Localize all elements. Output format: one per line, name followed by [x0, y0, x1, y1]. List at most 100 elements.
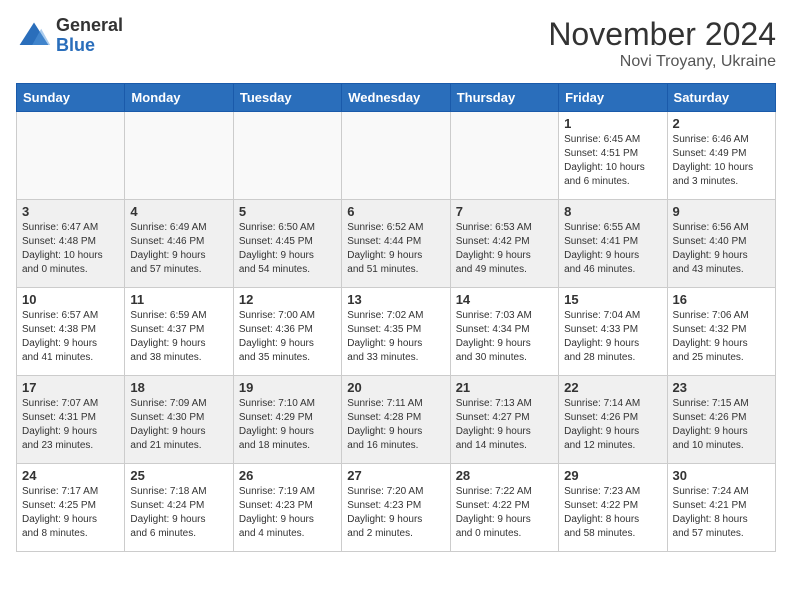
day-info: Sunrise: 7:23 AM Sunset: 4:22 PM Dayligh… — [564, 485, 661, 541]
day-info: Sunrise: 7:09 AM Sunset: 4:30 PM Dayligh… — [130, 397, 227, 453]
weekday-header-wednesday: Wednesday — [342, 84, 450, 112]
calendar-cell: 2 Sunrise: 6:46 AM Sunset: 4:49 PM Daylig… — [667, 112, 775, 200]
day-info: Sunrise: 7:22 AM Sunset: 4:22 PM Dayligh… — [456, 485, 553, 541]
calendar-cell: 5Sunrise: 6:50 AM Sunset: 4:45 PM Daylig… — [233, 200, 341, 288]
day-number: 28 — [456, 468, 553, 483]
day-number: 29 — [564, 468, 661, 483]
weekday-header-row: SundayMondayTuesdayWednesdayThursdayFrid… — [17, 84, 776, 112]
weekday-header-thursday: Thursday — [450, 84, 558, 112]
day-number: 9 — [673, 204, 770, 219]
day-number: 27 — [347, 468, 444, 483]
day-number: 20 — [347, 380, 444, 395]
day-number: 18 — [130, 380, 227, 395]
day-info: Sunrise: 7:03 AM Sunset: 4:34 PM Dayligh… — [456, 309, 553, 365]
day-number: 7 — [456, 204, 553, 219]
calendar-cell: 26Sunrise: 7:19 AM Sunset: 4:23 PM Dayli… — [233, 464, 341, 552]
day-number: 4 — [130, 204, 227, 219]
weekday-header-saturday: Saturday — [667, 84, 775, 112]
day-number: 5 — [239, 204, 336, 219]
day-info: Sunrise: 7:19 AM Sunset: 4:23 PM Dayligh… — [239, 485, 336, 541]
week-row-2: 3Sunrise: 6:47 AM Sunset: 4:48 PM Daylig… — [17, 200, 776, 288]
calendar-cell: 9 Sunrise: 6:56 AM Sunset: 4:40 PM Daylig… — [667, 200, 775, 288]
day-info: Sunrise: 7:04 AM Sunset: 4:33 PM Dayligh… — [564, 309, 661, 365]
calendar-cell: 29 Sunrise: 7:23 AM Sunset: 4:22 PM Dayli… — [559, 464, 667, 552]
calendar-cell: 23 Sunrise: 7:15 AM Sunset: 4:26 PM Dayli… — [667, 376, 775, 464]
title-area: November 2024 Novi Troyany, Ukraine — [548, 16, 776, 71]
day-info: Sunrise: 7:20 AM Sunset: 4:23 PM Dayligh… — [347, 485, 444, 541]
day-info: Sunrise: 6:49 AM Sunset: 4:46 PM Dayligh… — [130, 221, 227, 277]
day-number: 13 — [347, 292, 444, 307]
calendar-cell: 22Sunrise: 7:14 AM Sunset: 4:26 PM Dayli… — [559, 376, 667, 464]
day-info: Sunrise: 7:07 AM Sunset: 4:31 PM Dayligh… — [22, 397, 119, 453]
day-info: Sunrise: 7:18 AM Sunset: 4:24 PM Dayligh… — [130, 485, 227, 541]
logo-text: General Blue — [56, 16, 123, 56]
day-number: 16 — [673, 292, 770, 307]
weekday-header-friday: Friday — [559, 84, 667, 112]
day-number: 14 — [456, 292, 553, 307]
calendar-cell: 25 Sunrise: 7:18 AM Sunset: 4:24 PM Dayli… — [125, 464, 233, 552]
week-row-5: 24Sunrise: 7:17 AM Sunset: 4:25 PM Dayli… — [17, 464, 776, 552]
logo: General Blue — [16, 16, 123, 56]
calendar-cell: 30 Sunrise: 7:24 AM Sunset: 4:21 PM Dayli… — [667, 464, 775, 552]
location-title: Novi Troyany, Ukraine — [548, 53, 776, 71]
weekday-header-tuesday: Tuesday — [233, 84, 341, 112]
day-info: Sunrise: 6:45 AM Sunset: 4:51 PM Dayligh… — [564, 133, 661, 189]
day-info: Sunrise: 7:02 AM Sunset: 4:35 PM Dayligh… — [347, 309, 444, 365]
day-number: 2 — [673, 116, 770, 131]
calendar-cell — [17, 112, 125, 200]
calendar-cell: 24Sunrise: 7:17 AM Sunset: 4:25 PM Dayli… — [17, 464, 125, 552]
weekday-header-sunday: Sunday — [17, 84, 125, 112]
calendar-cell: 11Sunrise: 6:59 AM Sunset: 4:37 PM Dayli… — [125, 288, 233, 376]
day-number: 11 — [130, 292, 227, 307]
day-info: Sunrise: 7:13 AM Sunset: 4:27 PM Dayligh… — [456, 397, 553, 453]
calendar-cell: 14 Sunrise: 7:03 AM Sunset: 4:34 PM Dayli… — [450, 288, 558, 376]
logo-general-text: General — [56, 16, 123, 36]
calendar-cell — [450, 112, 558, 200]
day-number: 6 — [347, 204, 444, 219]
day-info: Sunrise: 7:00 AM Sunset: 4:36 PM Dayligh… — [239, 309, 336, 365]
day-number: 3 — [22, 204, 119, 219]
calendar-cell: 16 Sunrise: 7:06 AM Sunset: 4:32 PM Dayli… — [667, 288, 775, 376]
day-info: Sunrise: 7:15 AM Sunset: 4:26 PM Dayligh… — [673, 397, 770, 453]
day-number: 17 — [22, 380, 119, 395]
calendar-cell: 20 Sunrise: 7:11 AM Sunset: 4:28 PM Dayli… — [342, 376, 450, 464]
logo-icon — [16, 18, 52, 54]
week-row-1: 1 Sunrise: 6:45 AM Sunset: 4:51 PM Daylig… — [17, 112, 776, 200]
calendar-cell: 6Sunrise: 6:52 AM Sunset: 4:44 PM Daylig… — [342, 200, 450, 288]
day-number: 19 — [239, 380, 336, 395]
day-info: Sunrise: 6:55 AM Sunset: 4:41 PM Dayligh… — [564, 221, 661, 277]
day-number: 8 — [564, 204, 661, 219]
day-number: 30 — [673, 468, 770, 483]
day-info: Sunrise: 7:14 AM Sunset: 4:26 PM Dayligh… — [564, 397, 661, 453]
calendar-cell: 12 Sunrise: 7:00 AM Sunset: 4:36 PM Dayli… — [233, 288, 341, 376]
day-info: Sunrise: 7:17 AM Sunset: 4:25 PM Dayligh… — [22, 485, 119, 541]
day-number: 10 — [22, 292, 119, 307]
calendar-cell: 1 Sunrise: 6:45 AM Sunset: 4:51 PM Daylig… — [559, 112, 667, 200]
calendar-cell: 21 Sunrise: 7:13 AM Sunset: 4:27 PM Dayli… — [450, 376, 558, 464]
day-info: Sunrise: 6:46 AM Sunset: 4:49 PM Dayligh… — [673, 133, 770, 189]
week-row-4: 17 Sunrise: 7:07 AM Sunset: 4:31 PM Dayli… — [17, 376, 776, 464]
calendar-cell: 17 Sunrise: 7:07 AM Sunset: 4:31 PM Dayli… — [17, 376, 125, 464]
calendar-cell: 18 Sunrise: 7:09 AM Sunset: 4:30 PM Dayli… — [125, 376, 233, 464]
day-number: 15 — [564, 292, 661, 307]
weekday-header-monday: Monday — [125, 84, 233, 112]
day-number: 1 — [564, 116, 661, 131]
calendar-cell: 7Sunrise: 6:53 AM Sunset: 4:42 PM Daylig… — [450, 200, 558, 288]
day-number: 21 — [456, 380, 553, 395]
calendar-cell: 27 Sunrise: 7:20 AM Sunset: 4:23 PM Dayli… — [342, 464, 450, 552]
day-number: 25 — [130, 468, 227, 483]
calendar-cell — [233, 112, 341, 200]
day-number: 23 — [673, 380, 770, 395]
calendar-table: SundayMondayTuesdayWednesdayThursdayFrid… — [16, 83, 776, 552]
header: General Blue November 2024 Novi Troyany,… — [16, 16, 776, 71]
day-info: Sunrise: 7:10 AM Sunset: 4:29 PM Dayligh… — [239, 397, 336, 453]
day-info: Sunrise: 6:56 AM Sunset: 4:40 PM Dayligh… — [673, 221, 770, 277]
day-info: Sunrise: 7:11 AM Sunset: 4:28 PM Dayligh… — [347, 397, 444, 453]
week-row-3: 10Sunrise: 6:57 AM Sunset: 4:38 PM Dayli… — [17, 288, 776, 376]
calendar-cell: 15 Sunrise: 7:04 AM Sunset: 4:33 PM Dayli… — [559, 288, 667, 376]
month-title: November 2024 — [548, 16, 776, 53]
day-info: Sunrise: 7:06 AM Sunset: 4:32 PM Dayligh… — [673, 309, 770, 365]
day-number: 12 — [239, 292, 336, 307]
calendar-cell — [125, 112, 233, 200]
day-info: Sunrise: 7:24 AM Sunset: 4:21 PM Dayligh… — [673, 485, 770, 541]
